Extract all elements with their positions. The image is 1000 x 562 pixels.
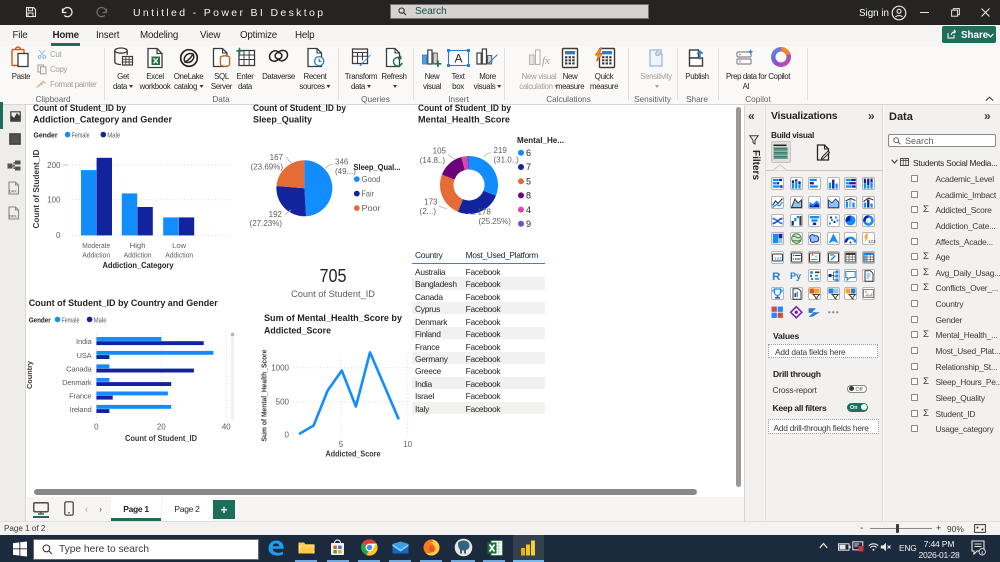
svg-text:(2...): (2...) — [420, 207, 437, 216]
svg-text:R: R — [772, 271, 780, 283]
svg-text:USA: USA — [76, 351, 92, 360]
svg-text:(31.0..): (31.0..) — [494, 155, 520, 164]
svg-text:0: 0 — [56, 231, 61, 240]
svg-text:5: 5 — [339, 440, 344, 449]
svg-text:Canada: Canada — [66, 365, 92, 374]
svg-text:Good: Good — [362, 175, 381, 184]
svg-text:10: 10 — [403, 440, 412, 449]
svg-text:Count of Student_ID: Count of Student_ID — [32, 149, 41, 228]
svg-text:9: 9 — [526, 219, 531, 229]
svg-text:Male: Male — [107, 131, 120, 140]
svg-text:Count of Student_ID: Count of Student_ID — [291, 289, 375, 300]
svg-text:0: 0 — [94, 423, 99, 432]
svg-text:5: 5 — [526, 176, 531, 186]
svg-text:Moderate: Moderate — [82, 241, 110, 250]
svg-text:TMDL: TMDL — [9, 215, 18, 219]
svg-text:Female: Female — [62, 315, 80, 324]
svg-text:123: 123 — [774, 255, 782, 260]
svg-text:105: 105 — [433, 147, 447, 156]
svg-text:40: 40 — [222, 423, 231, 432]
svg-text:Count of Student_ID by Country: Count of Student_ID by Country and Gende… — [29, 298, 218, 309]
svg-text:Gender: Gender — [34, 131, 58, 140]
svg-text:Addiction: Addiction — [165, 251, 193, 260]
svg-text:167: 167 — [270, 153, 284, 162]
svg-text:200: 200 — [47, 161, 61, 170]
svg-text:Count of Student_ID by: Count of Student_ID by — [253, 103, 347, 114]
svg-text:Sleep_Quality: Sleep_Quality — [253, 115, 313, 126]
svg-text:100: 100 — [47, 196, 61, 205]
svg-text:20: 20 — [157, 423, 166, 432]
svg-text:DAX: DAX — [9, 190, 17, 194]
svg-text:0: 0 — [285, 431, 290, 440]
svg-text:Sleep_Qual...: Sleep_Qual... — [354, 163, 401, 172]
svg-text:4: 4 — [981, 550, 984, 555]
svg-text:705: 705 — [320, 265, 347, 286]
svg-text:Female: Female — [72, 131, 90, 140]
svg-text:Denmark: Denmark — [62, 378, 92, 387]
svg-text:6: 6 — [526, 148, 531, 158]
svg-text:(14.8..): (14.8..) — [420, 156, 446, 165]
svg-text:173: 173 — [424, 198, 438, 207]
svg-text:Count of Student_ID: Count of Student_ID — [125, 434, 197, 443]
svg-text:High: High — [130, 241, 146, 250]
svg-text:A: A — [815, 254, 818, 259]
svg-text:Poor: Poor — [362, 204, 381, 213]
svg-text:Addicted_Score: Addicted_Score — [326, 450, 381, 459]
svg-text:500: 500 — [276, 398, 290, 407]
svg-text:1000: 1000 — [271, 364, 289, 373]
svg-text:Addiction_Category and Gender: Addiction_Category and Gender — [33, 115, 172, 126]
svg-text:fx: fx — [542, 55, 550, 67]
svg-text:(25.25%): (25.25%) — [479, 217, 512, 226]
svg-text:Addiction: Addiction — [124, 251, 152, 260]
svg-text:192: 192 — [269, 210, 283, 219]
svg-text:Country: Country — [25, 360, 34, 389]
svg-text:Gender: Gender — [29, 315, 51, 324]
svg-text:219: 219 — [494, 146, 508, 155]
svg-text:Sum of Mental_Health_Score: Sum of Mental_Health_Score — [260, 350, 269, 442]
svg-text:Sum of Mental_Health_Score by: Sum of Mental_Health_Score by — [264, 313, 403, 324]
svg-text:Mental_Health_Score: Mental_Health_Score — [418, 115, 510, 126]
svg-text:(23.69%): (23.69%) — [251, 162, 284, 171]
svg-text:8: 8 — [526, 191, 531, 201]
svg-text:178: 178 — [478, 208, 492, 217]
svg-text:123: 123 — [868, 239, 876, 244]
svg-text:Fair: Fair — [362, 190, 375, 199]
svg-text:Mental_He...: Mental_He... — [517, 136, 564, 145]
svg-text:4: 4 — [526, 205, 531, 215]
svg-text:A: A — [454, 52, 462, 66]
svg-text:Count of Student_ID by: Count of Student_ID by — [33, 103, 127, 114]
svg-text:Addicted_Score: Addicted_Score — [264, 326, 331, 337]
svg-text:Count of Student_ID by: Count of Student_ID by — [418, 103, 512, 114]
svg-text:India: India — [76, 337, 92, 346]
svg-text:Py: Py — [790, 271, 801, 281]
svg-text:(27.23%): (27.23%) — [250, 219, 283, 228]
svg-text:Ireland: Ireland — [70, 405, 92, 414]
svg-text:Addiction: Addiction — [82, 251, 110, 260]
svg-text:Addiction_Category: Addiction_Category — [103, 260, 174, 270]
svg-text:346: 346 — [335, 158, 349, 167]
svg-text:7: 7 — [526, 162, 531, 172]
svg-text:Low: Low — [172, 241, 187, 250]
svg-text:Male: Male — [94, 315, 107, 324]
svg-text:France: France — [69, 392, 91, 401]
